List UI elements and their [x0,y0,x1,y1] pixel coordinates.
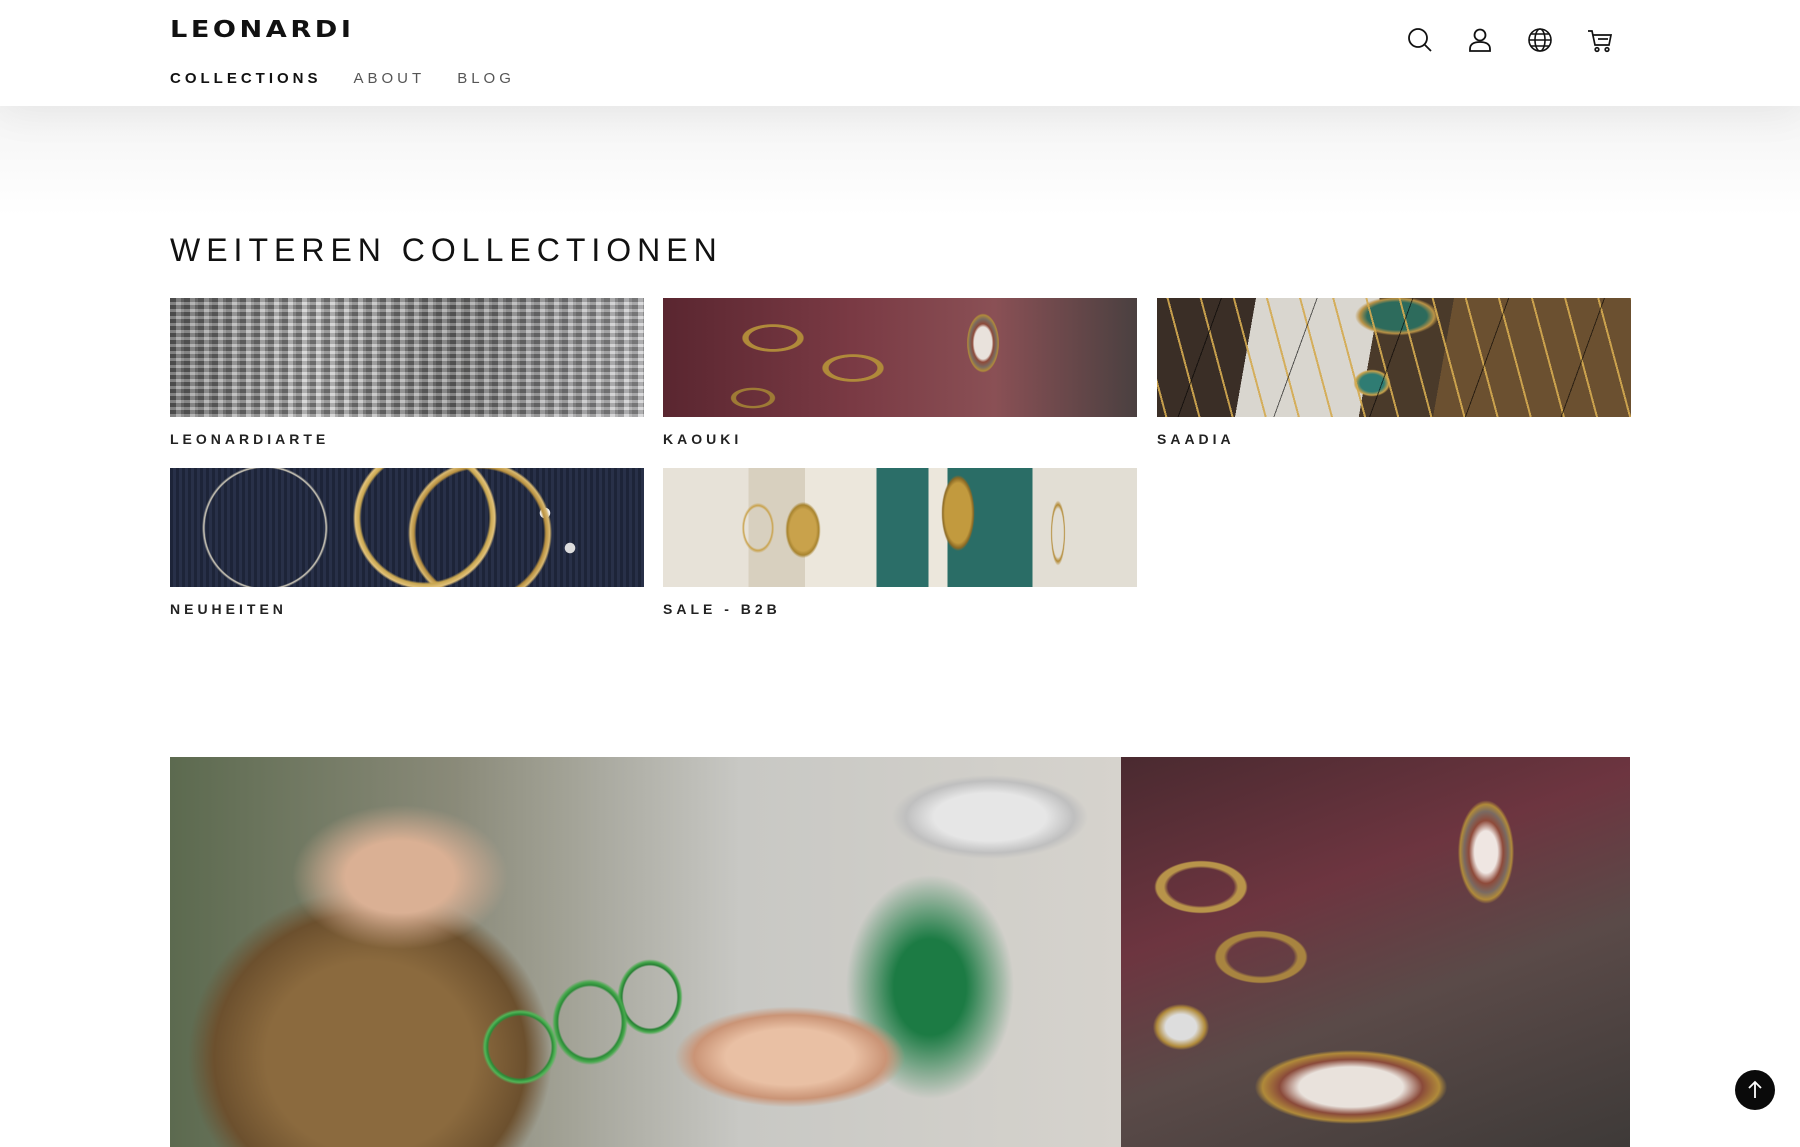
collection-label[interactable]: LEONARDIARTE [170,431,644,447]
site-logo[interactable]: LEONARDI [170,18,354,42]
nav-item-about[interactable]: ABOUT [354,70,426,88]
collection-card-saadia[interactable]: SAADIA [1157,298,1631,447]
arrow-up-icon [1744,1079,1766,1101]
collection-card-neuheiten[interactable]: NEUHEITEN [170,468,644,617]
search-icon[interactable] [1405,25,1435,55]
collection-label[interactable]: KAOUKI [663,431,1137,447]
globe-icon[interactable] [1525,25,1555,55]
collection-card-leonardiarte[interactable]: LEONARDIARTE [170,298,644,447]
header-shadow-band [0,106,1800,216]
collection-card-sale-b2b[interactable]: SALE - B2B [663,468,1137,617]
section-title: WEITEREN COLLECTIONEN [170,232,723,268]
cart-icon[interactable] [1585,25,1615,55]
hero-image-artisan [170,757,1121,1147]
scroll-to-top-button[interactable] [1735,1070,1775,1110]
collection-label[interactable]: SAADIA [1157,431,1631,447]
collection-image[interactable] [663,298,1137,417]
hero-image-jewelry [1121,757,1630,1147]
collection-image[interactable] [1157,298,1631,417]
collection-card-kaouki[interactable]: KAOUKI [663,298,1137,447]
site-header: LEONARDI COLLECTIONS ABOUT BLOG [0,0,1800,106]
collection-label[interactable]: NEUHEITEN [170,601,644,617]
collection-image[interactable] [663,468,1137,587]
collection-image[interactable] [170,298,644,417]
collection-image[interactable] [170,468,644,587]
collection-label[interactable]: SALE - B2B [663,601,1137,617]
nav-item-blog[interactable]: BLOG [457,70,515,88]
nav-item-collections[interactable]: COLLECTIONS [170,70,322,88]
main-nav: COLLECTIONS ABOUT BLOG [170,70,547,88]
header-icons [1405,25,1645,55]
account-icon[interactable] [1465,25,1495,55]
